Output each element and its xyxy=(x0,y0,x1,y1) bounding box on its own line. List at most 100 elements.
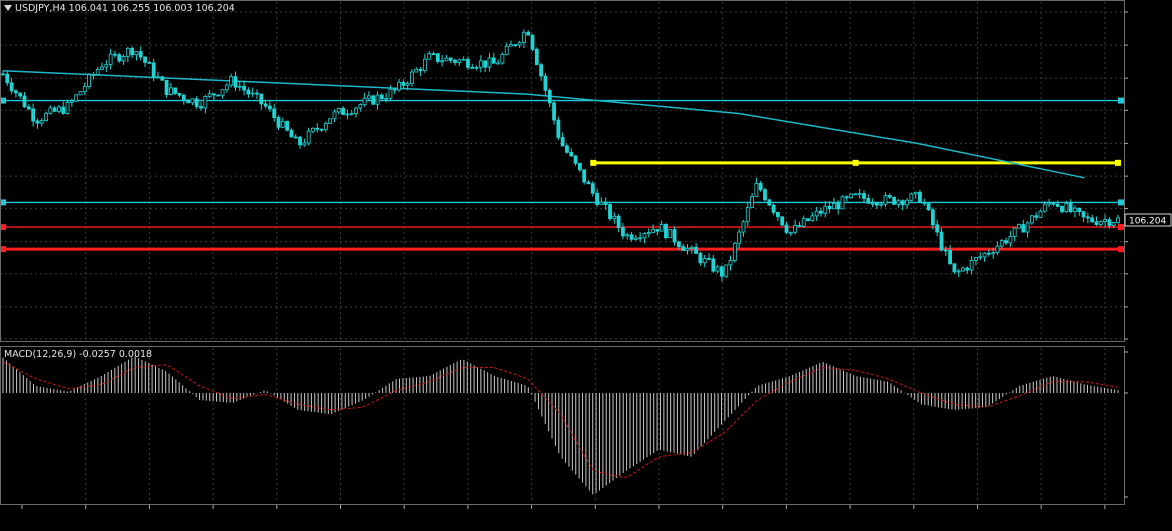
level-handle[interactable] xyxy=(1118,224,1124,231)
candle-body xyxy=(242,85,246,91)
candle-body xyxy=(646,232,651,235)
candle-body xyxy=(199,106,203,109)
candle-body xyxy=(685,247,690,251)
candle-body xyxy=(388,88,393,99)
level-handle[interactable] xyxy=(1118,246,1124,253)
candle-body xyxy=(478,60,483,68)
candle-body xyxy=(887,195,892,198)
candle-body xyxy=(771,204,776,213)
candle-body xyxy=(918,191,922,203)
candle-body xyxy=(879,203,884,206)
candle-body xyxy=(121,56,126,62)
candle-body xyxy=(1021,224,1026,233)
candle-body xyxy=(857,193,862,196)
candle-body xyxy=(797,225,802,227)
level-handle[interactable] xyxy=(1118,97,1124,104)
candle-body xyxy=(694,246,699,254)
candle-body xyxy=(448,57,453,61)
candle-body xyxy=(952,263,957,273)
candle-body xyxy=(117,54,122,62)
candle-body xyxy=(530,34,535,50)
candle-body xyxy=(268,105,272,110)
candle-body xyxy=(547,89,552,104)
candle-body xyxy=(362,97,367,106)
candle-body xyxy=(44,112,48,122)
candle-body xyxy=(780,216,785,226)
candle-body xyxy=(638,237,643,240)
candle-body xyxy=(224,84,229,91)
candle-body xyxy=(125,47,130,57)
candle-body xyxy=(233,76,238,88)
candle-body xyxy=(629,234,634,240)
candle-body xyxy=(1081,211,1086,218)
level-handle[interactable] xyxy=(852,159,859,166)
candle-body xyxy=(78,91,83,96)
candle-body xyxy=(65,101,70,114)
candle-body xyxy=(57,106,61,112)
candle-body xyxy=(190,98,195,104)
candle-body xyxy=(543,75,548,91)
candle-body xyxy=(664,223,668,239)
candle-body xyxy=(367,95,371,99)
level-handle[interactable] xyxy=(590,159,597,166)
candle-body xyxy=(943,249,948,252)
candle-body xyxy=(1004,240,1008,244)
candle-body xyxy=(1034,215,1039,218)
level-handle[interactable] xyxy=(1118,199,1124,206)
candle-body xyxy=(52,107,57,112)
candle-body xyxy=(948,250,953,265)
candle-body xyxy=(668,229,673,239)
candle-body xyxy=(130,47,135,56)
candle-body xyxy=(500,54,505,64)
candle-body xyxy=(315,127,320,130)
candle-body xyxy=(892,196,897,205)
candle-body xyxy=(160,76,165,81)
candle-body xyxy=(926,203,931,211)
candle-body xyxy=(595,192,599,205)
candle-body xyxy=(930,209,935,226)
candle-body xyxy=(728,260,733,266)
candle-body xyxy=(69,100,74,103)
price-chart[interactable]: USDJPY,H4 106.041 106.255 106.003 106.20… xyxy=(0,0,1172,527)
candle-body xyxy=(453,59,457,63)
candle-body xyxy=(311,127,315,132)
candle-body xyxy=(164,79,169,95)
candle-body xyxy=(427,53,432,60)
candle-body xyxy=(991,252,996,255)
candle-body xyxy=(539,64,544,77)
candle-body xyxy=(1098,221,1103,225)
candle-body xyxy=(1029,215,1034,224)
candle-body xyxy=(707,257,711,260)
current-price-label: 106.204 xyxy=(1129,217,1166,227)
candle-body xyxy=(87,74,92,87)
candle-body xyxy=(470,66,475,69)
candle-body xyxy=(745,207,750,223)
candle-body xyxy=(349,113,354,115)
candle-body xyxy=(39,120,44,124)
candle-body xyxy=(108,53,113,65)
candle-body xyxy=(939,231,944,251)
candle-body xyxy=(431,53,436,56)
candle-body xyxy=(496,62,500,65)
candle-body xyxy=(1094,221,1099,225)
candle-body xyxy=(341,107,345,115)
chart-window[interactable]: USDJPY,H4 106.041 106.255 106.003 106.20… xyxy=(0,0,1172,527)
candle-body xyxy=(220,89,225,96)
candle-body xyxy=(336,107,341,113)
candle-body xyxy=(909,193,914,201)
candle-body xyxy=(298,136,302,146)
candle-body xyxy=(1038,210,1043,218)
candle-body xyxy=(582,169,587,183)
candle-body xyxy=(328,118,333,124)
candle-body xyxy=(22,95,27,108)
candle-body xyxy=(379,94,384,100)
candle-body xyxy=(788,231,793,234)
candle-body xyxy=(100,66,104,70)
candle-body xyxy=(26,106,31,110)
candle-body xyxy=(82,86,87,93)
candle-body xyxy=(633,237,638,240)
candle-body xyxy=(711,258,716,272)
candle-body xyxy=(444,57,449,62)
level-handle[interactable] xyxy=(1115,159,1121,166)
candle-body xyxy=(560,137,565,147)
